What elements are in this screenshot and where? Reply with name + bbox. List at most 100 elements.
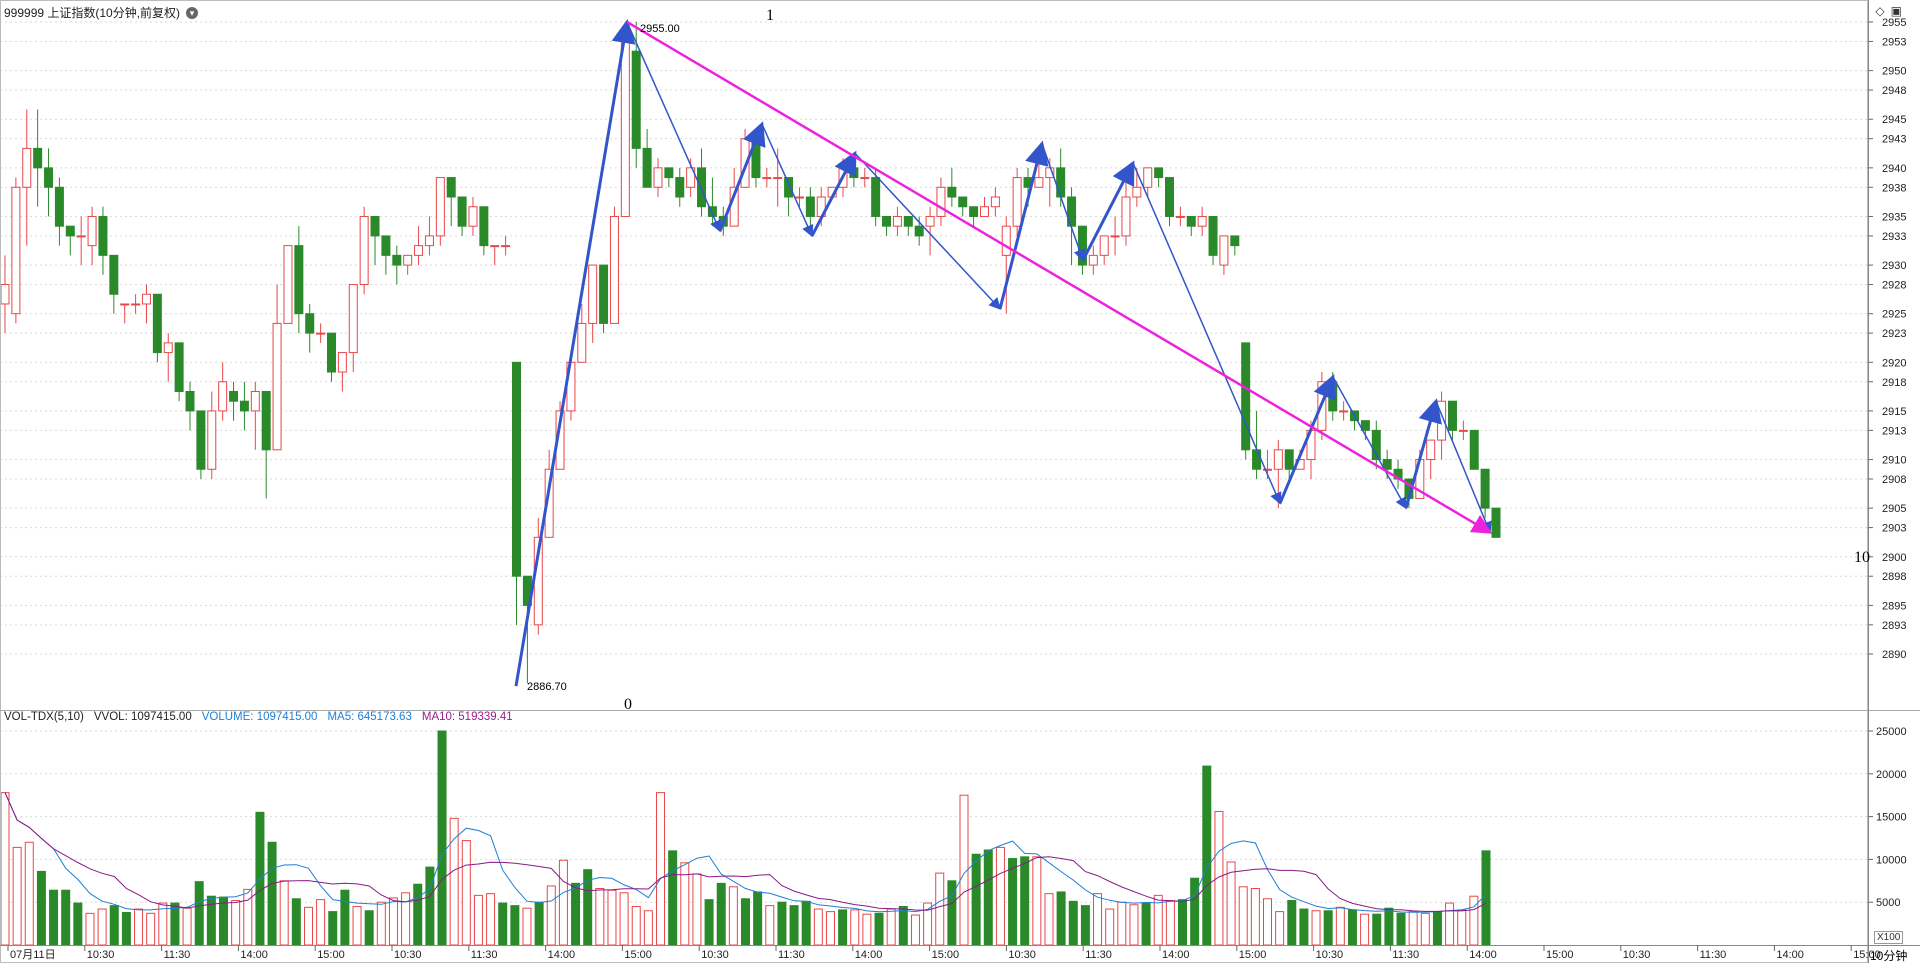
volume-tick-label: 20000 bbox=[1876, 769, 1907, 781]
candle-body bbox=[468, 206, 478, 227]
volume-bar bbox=[728, 886, 738, 946]
candle-body bbox=[1197, 215, 1207, 227]
candles bbox=[0, 22, 1501, 684]
volume-bar bbox=[146, 912, 156, 946]
volume-bar bbox=[1360, 913, 1370, 946]
candle-body bbox=[229, 390, 239, 402]
time-tick-label: 14:00 bbox=[1162, 949, 1190, 961]
volume-bar bbox=[1250, 888, 1260, 946]
window-icon[interactable]: ▣ bbox=[1891, 4, 1902, 18]
top-right-icons: ◇ ▣ bbox=[1875, 4, 1902, 18]
volume-tick-label: 15000 bbox=[1876, 812, 1907, 824]
candle-body bbox=[163, 342, 173, 354]
volume-bar bbox=[473, 894, 483, 946]
volume-bar bbox=[534, 901, 544, 946]
candle-body bbox=[283, 245, 293, 324]
volume-bar bbox=[97, 908, 107, 946]
volume-bar bbox=[231, 899, 241, 946]
volume-bar bbox=[12, 846, 22, 946]
candle-body bbox=[805, 196, 815, 217]
price-tick-label: 2945 bbox=[1882, 114, 1906, 126]
wave-segment bbox=[514, 19, 636, 687]
volume-bar bbox=[267, 841, 277, 946]
price-tick-label: 2943 bbox=[1882, 134, 1906, 146]
price-tick-label: 2910 bbox=[1882, 455, 1906, 467]
candle-body bbox=[1154, 167, 1164, 179]
volume-bar bbox=[121, 911, 131, 946]
candle-body bbox=[512, 361, 522, 577]
chart-border bbox=[0, 0, 1868, 963]
volume-indicator-name[interactable]: VOL-TDX(5,10) bbox=[4, 711, 84, 723]
candle-body bbox=[588, 264, 598, 324]
candle-body bbox=[914, 225, 924, 237]
chevron-down-icon[interactable]: ▾ bbox=[186, 6, 199, 19]
volume-bar bbox=[1044, 893, 1054, 946]
price-tick-label: 2908 bbox=[1882, 474, 1906, 486]
candle-body bbox=[326, 332, 336, 373]
volume-bar bbox=[1056, 891, 1066, 946]
candle-body bbox=[457, 196, 467, 227]
candle-body bbox=[664, 167, 674, 179]
volume-bar bbox=[449, 817, 459, 946]
candle-body bbox=[675, 177, 685, 198]
volume-bar bbox=[316, 899, 326, 946]
volume-bar bbox=[995, 846, 1005, 946]
volume-bar bbox=[73, 902, 83, 946]
candle-body bbox=[1056, 167, 1066, 198]
candle-body bbox=[577, 322, 587, 363]
candle-body bbox=[174, 342, 184, 392]
volume-bar bbox=[668, 850, 678, 946]
volume-bar bbox=[1372, 913, 1382, 946]
candle-body bbox=[479, 206, 489, 247]
time-tick-label: 14:00 bbox=[1469, 949, 1497, 961]
volume-bar bbox=[801, 900, 811, 946]
candle-body bbox=[98, 215, 108, 256]
time-tick-label: 10:30 bbox=[394, 949, 422, 961]
price-tick-label: 2948 bbox=[1882, 85, 1906, 97]
volume-bar bbox=[571, 882, 581, 946]
ma10-line bbox=[4, 792, 1487, 912]
candle-body bbox=[1034, 177, 1044, 188]
volume-bar bbox=[303, 906, 313, 946]
time-tick-label: 10:30 bbox=[1623, 949, 1651, 961]
candle-body bbox=[697, 167, 707, 208]
time-tick-label: 11:30 bbox=[1392, 949, 1419, 961]
candle-body bbox=[969, 206, 979, 217]
volume-bar bbox=[49, 889, 59, 946]
candle-body bbox=[1480, 468, 1490, 509]
volume-bar bbox=[1262, 898, 1272, 946]
period-label[interactable]: 10分钟 bbox=[1870, 947, 1907, 964]
wave-segment bbox=[626, 21, 722, 233]
low-label: 2886.70 bbox=[527, 681, 567, 693]
volume-bar bbox=[134, 908, 144, 946]
volume-bar bbox=[935, 872, 945, 946]
candle-body bbox=[218, 381, 228, 412]
kline-chart[interactable]: 2955 2953 2950 2948 2945 2943 2940 2938 2935 2933… bbox=[0, 0, 1920, 963]
volume-bar bbox=[765, 905, 775, 946]
candle-body bbox=[882, 215, 892, 227]
time-tick-label: 10:30 bbox=[1316, 949, 1344, 961]
volume-bar bbox=[340, 889, 350, 946]
volume-bar bbox=[1202, 765, 1212, 946]
time-tick-label: 14:00 bbox=[855, 949, 883, 961]
volume-bar bbox=[1323, 910, 1333, 946]
candle-body bbox=[979, 206, 989, 217]
candle-body bbox=[1230, 235, 1240, 247]
wave-lines bbox=[514, 19, 1493, 687]
candle-body bbox=[316, 332, 326, 335]
candle-body bbox=[392, 254, 402, 266]
volume-bar bbox=[643, 910, 653, 946]
volume-bar bbox=[1481, 850, 1491, 946]
candle-body bbox=[305, 313, 315, 334]
diamond-icon[interactable]: ◇ bbox=[1875, 4, 1884, 18]
volume-ma-lines bbox=[4, 792, 1487, 913]
volume-value: VOLUME: 1097415.00 bbox=[201, 711, 318, 723]
candle-body bbox=[1186, 215, 1196, 227]
time-tick-label: 10:30 bbox=[1008, 949, 1036, 961]
candle-body bbox=[131, 303, 141, 306]
candle-body bbox=[1088, 254, 1098, 266]
candle-body bbox=[33, 147, 43, 169]
volume-bar bbox=[971, 853, 981, 946]
price-tick-label: 2923 bbox=[1882, 328, 1906, 340]
volume-bar bbox=[898, 905, 908, 946]
